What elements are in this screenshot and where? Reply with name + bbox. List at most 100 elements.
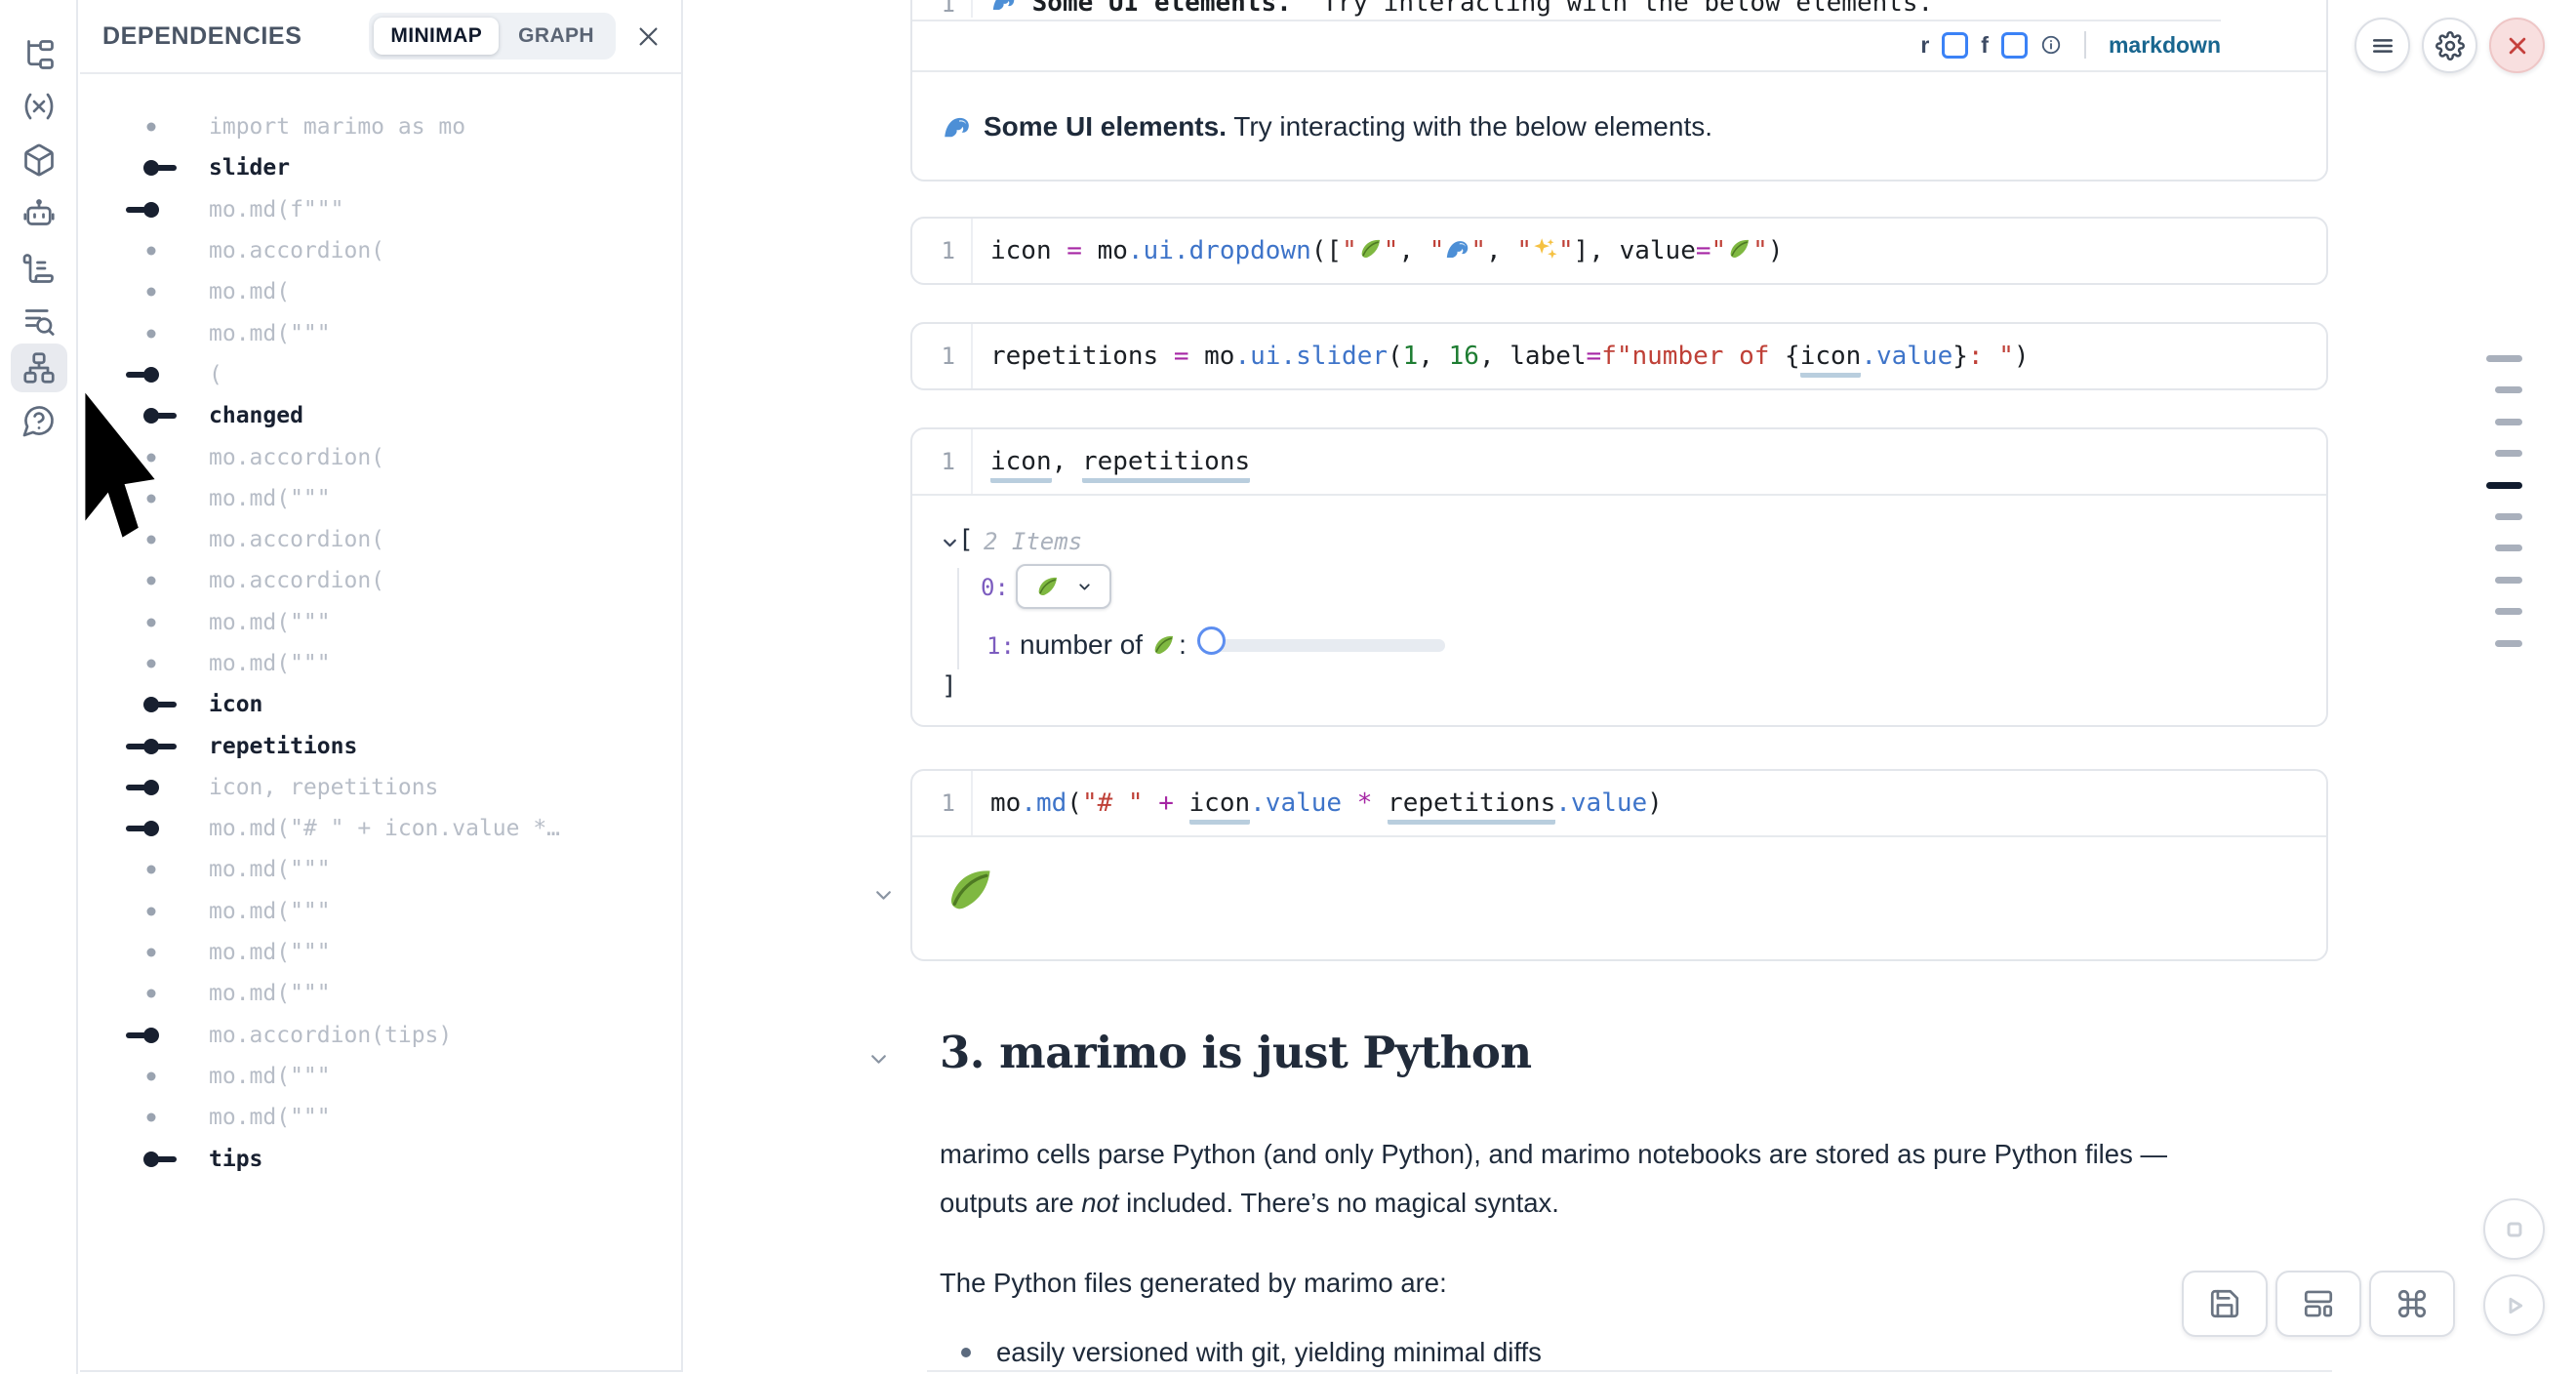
scroll-dash[interactable]: [2495, 386, 2522, 393]
dependency-marker-in-icon: [119, 767, 183, 808]
rail-dependency-graph-button[interactable]: [11, 344, 67, 392]
code-editor[interactable]: 1 mo.md("# " + icon.value * repetitions.…: [912, 771, 2326, 837]
scroll-dash[interactable]: [2495, 640, 2522, 647]
rail-help-button[interactable]: [11, 396, 67, 445]
info-icon[interactable]: [2040, 34, 2062, 56]
close-icon: [635, 23, 662, 50]
layout-button[interactable]: [2275, 1271, 2361, 1337]
minimap-item[interactable]: mo.md(""": [80, 1056, 681, 1097]
icon-dropdown-widget[interactable]: [1016, 564, 1111, 609]
minimap-item[interactable]: mo.md(""": [80, 849, 681, 890]
rail-ai-assistant-button[interactable]: [11, 189, 67, 238]
tab-graph[interactable]: GRAPH: [502, 18, 611, 55]
code-line[interactable]: mo.md("# " + icon.value * repetitions.va…: [973, 788, 1663, 818]
minimap-item[interactable]: tips: [80, 1138, 681, 1179]
minimap-item[interactable]: mo.md(""": [80, 312, 681, 353]
minimap-item[interactable]: (: [80, 354, 681, 395]
collapse-output-chevron-icon[interactable]: [871, 883, 896, 908]
line-number: 1: [912, 219, 973, 283]
minimap-item[interactable]: icon: [80, 684, 681, 725]
slider-thumb[interactable]: [1197, 626, 1226, 655]
leaf-emoji: [1357, 236, 1384, 265]
scroll-dash[interactable]: [2495, 545, 2522, 551]
scroll-dash-current[interactable]: [2486, 482, 2522, 489]
minimap-item[interactable]: mo.accordion(: [80, 560, 681, 601]
logs-icon: [21, 251, 57, 286]
slider-track[interactable]: [1203, 639, 1445, 652]
code-line[interactable]: repetitions = mo.ui.slider(1, 16, label=…: [973, 342, 2030, 371]
dependency-marker-none-icon: [119, 891, 183, 932]
code-editor[interactable]: 1 icon = mo.ui.dropdown(["", "", ""], va…: [912, 219, 2326, 283]
tuple-close-bracket: ]: [942, 671, 957, 701]
save-button[interactable]: [2182, 1271, 2268, 1337]
minimap-item[interactable]: mo.md(""": [80, 643, 681, 684]
minimap-item[interactable]: import marimo as mo: [80, 106, 681, 147]
collapse-section-chevron-icon[interactable]: [866, 1047, 891, 1071]
minimap-item[interactable]: changed: [80, 395, 681, 436]
scroll-dash[interactable]: [2486, 355, 2522, 362]
activity-rail: [0, 0, 78, 1374]
code-line[interactable]: icon = mo.ui.dropdown(["", "", ""], valu…: [973, 236, 1783, 265]
minimap-item-label: mo.accordion(: [209, 568, 384, 593]
rail-outline-search-button[interactable]: [11, 297, 67, 345]
run-button[interactable]: [2483, 1274, 2545, 1336]
hamburger-icon: [2368, 31, 2397, 61]
rail-logs-button[interactable]: [11, 244, 67, 293]
minimap-item[interactable]: mo.accordion(: [80, 519, 681, 560]
format-checkbox[interactable]: [2001, 32, 2028, 59]
minimap-item[interactable]: icon, repetitions: [80, 767, 681, 808]
minimap-item[interactable]: mo.accordion(tips): [80, 1015, 681, 1056]
scroll-dash[interactable]: [2495, 450, 2522, 457]
stop-button[interactable]: [2483, 1198, 2545, 1260]
minimap-item[interactable]: mo.accordion(: [80, 230, 681, 271]
scroll-dash[interactable]: [2495, 577, 2522, 584]
dependency-marker-out-icon: [119, 684, 183, 725]
minimap-item-label: slider: [209, 155, 290, 181]
minimap-item-label: mo.md(""": [209, 486, 331, 511]
wave-emoji: [942, 112, 984, 142]
close-panel-button[interactable]: [635, 23, 662, 50]
minimap-item[interactable]: repetitions: [80, 725, 681, 766]
rail-file-tree-button[interactable]: [11, 30, 67, 79]
collapse-tree-chevron-icon[interactable]: [940, 533, 960, 553]
minimap-item[interactable]: mo.md(""": [80, 1097, 681, 1138]
markdown-language-badge[interactable]: markdown: [2109, 32, 2221, 59]
minimap-item-label: mo.md(""": [209, 321, 331, 346]
output-bold-text: Some UI elements.: [984, 111, 1227, 141]
settings-button[interactable]: [2422, 18, 2477, 73]
minimap-item[interactable]: mo.md(""": [80, 891, 681, 932]
minimap-item[interactable]: mo.md(""": [80, 932, 681, 973]
minimap-item[interactable]: slider: [80, 147, 681, 188]
gear-icon: [2435, 31, 2465, 61]
minimap-item[interactable]: mo.md(""": [80, 602, 681, 643]
minimap-item[interactable]: mo.md(f""": [80, 189, 681, 230]
code-line[interactable]: icon, repetitions: [973, 447, 1250, 476]
minimap-item[interactable]: mo.md(""": [80, 478, 681, 519]
scroll-dash[interactable]: [2495, 419, 2522, 425]
tab-minimap[interactable]: MINIMAP: [374, 18, 499, 55]
shutdown-button[interactable]: [2489, 18, 2545, 73]
minimap-item[interactable]: mo.md(: [80, 271, 681, 312]
scroll-dash[interactable]: [2495, 608, 2522, 615]
scroll-dash[interactable]: [2495, 513, 2522, 520]
list-item: easily versioned with git, yielding mini…: [961, 1337, 1542, 1368]
code-editor[interactable]: 1 repetitions = mo.ui.slider(1, 16, labe…: [912, 324, 2326, 388]
minimap-item[interactable]: mo.md("# " + icon.value *…: [80, 808, 681, 849]
minimap-item[interactable]: mo.accordion(: [80, 436, 681, 477]
next-cell-top-edge: [927, 1370, 2332, 1372]
rail-packages-button[interactable]: [11, 136, 67, 184]
minimap-item-label: repetitions: [209, 734, 357, 759]
notebook-menu-button[interactable]: [2355, 18, 2410, 73]
code-editor[interactable]: 1 icon, repetitions: [912, 429, 2326, 496]
minimap-item[interactable]: mo.md(""": [80, 973, 681, 1014]
code-editor[interactable]: 1 Some UI elements. Try interacting with…: [912, 0, 2326, 20]
dependencies-panel: DEPENDENCIES MINIMAP GRAPH import marimo…: [80, 0, 683, 1372]
reactive-checkbox[interactable]: [1942, 32, 1968, 59]
keyboard-shortcuts-button[interactable]: [2369, 1271, 2455, 1337]
code-line[interactable]: Some UI elements. Try interacting with t…: [973, 0, 1933, 18]
tuple-open-bracket: [: [958, 525, 974, 554]
rail-variables-button[interactable]: [11, 82, 67, 131]
close-icon: [2503, 31, 2532, 61]
minimap-item-label: import marimo as mo: [209, 114, 465, 140]
leaf-emoji: [1034, 574, 1061, 600]
